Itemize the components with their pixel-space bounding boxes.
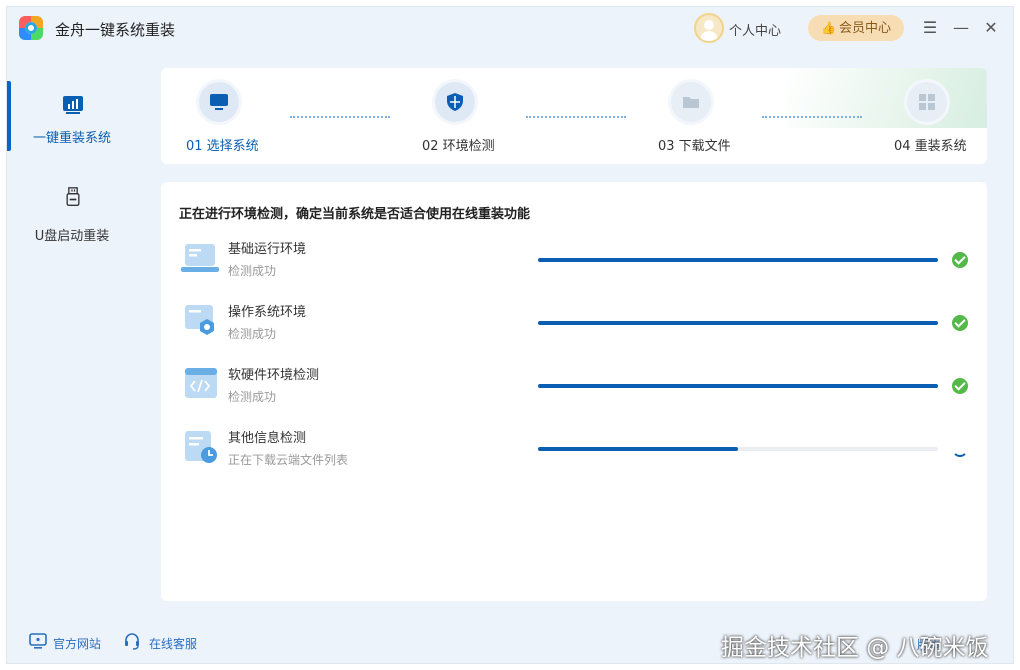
step-label: 01 选择系统 bbox=[186, 139, 259, 154]
check-item-status: 检测成功 bbox=[228, 264, 277, 278]
step-label: 04 重装系统 bbox=[894, 139, 967, 154]
progress-fill bbox=[538, 321, 938, 325]
title-bar: 金舟一键系统重装 个人中心 👍 会员中心 ☰ — ✕ bbox=[7, 7, 1013, 51]
steps-progress: 01 选择系统 02 环境检测 03 下载文件 04 重装系统 bbox=[161, 68, 987, 164]
check-item-title: 其他信息检测 bbox=[228, 431, 307, 446]
check-row-basic-env: 基础运行环境 检测成功 bbox=[161, 234, 987, 284]
progress-fill bbox=[538, 258, 938, 262]
website-monitor-icon[interactable] bbox=[29, 632, 47, 650]
step-circle bbox=[671, 82, 711, 122]
progress-fill bbox=[538, 384, 938, 388]
progress-bar bbox=[538, 258, 938, 262]
check-item-status: 检测成功 bbox=[228, 327, 277, 341]
check-row-hardware-software: 软硬件环境检测 检测成功 bbox=[161, 360, 987, 410]
sidebar: 一键重装系统 U盘启动重装 bbox=[7, 51, 137, 665]
check-heading: 正在进行环境检测，确定当前系统是否适合使用在线重装功能 bbox=[179, 207, 531, 222]
app-logo-icon bbox=[19, 16, 43, 40]
shield-icon bbox=[447, 93, 463, 111]
progress-bar bbox=[538, 384, 938, 388]
laptop-icon bbox=[181, 244, 219, 272]
sidebar-item-usb-reinstall[interactable]: U盘启动重装 bbox=[7, 179, 137, 259]
check-row-other-info: 其他信息检测 正在下载云端文件列表 bbox=[161, 423, 987, 473]
step-connector bbox=[762, 116, 862, 118]
chart-monitor-icon bbox=[63, 96, 83, 114]
code-window-icon bbox=[185, 368, 217, 398]
user-center-link[interactable]: 个人中心 bbox=[729, 20, 781, 39]
step-connector bbox=[290, 116, 390, 118]
step-label: 02 环境检测 bbox=[422, 139, 495, 154]
windows-icon bbox=[919, 94, 935, 110]
check-row-os-env: 操作系统环境 检测成功 bbox=[161, 297, 987, 347]
step-circle bbox=[435, 82, 475, 122]
app-title: 金舟一键系统重装 bbox=[55, 21, 176, 39]
progress-bar bbox=[538, 321, 938, 325]
step-circle bbox=[199, 82, 239, 122]
step-label: 03 下载文件 bbox=[658, 139, 731, 154]
app-window: 金舟一键系统重装 个人中心 👍 会员中心 ☰ — ✕ 一键重装系统 U盘启动重装… bbox=[6, 6, 1014, 664]
vip-center-label: 会员中心 bbox=[838, 21, 891, 36]
watermark-text: 掘金技术社区 @ 八碗米饭 bbox=[721, 635, 989, 661]
success-check-icon bbox=[952, 252, 968, 268]
os-settings-icon bbox=[185, 305, 214, 335]
check-item-title: 操作系统环境 bbox=[228, 305, 307, 320]
sidebar-item-label: 一键重装系统 bbox=[32, 131, 111, 146]
online-service-link[interactable]: 在线客服 bbox=[149, 635, 197, 652]
step-connector bbox=[526, 116, 626, 118]
progress-bar bbox=[538, 447, 938, 451]
progress-fill bbox=[538, 447, 738, 451]
sidebar-item-label: U盘启动重装 bbox=[34, 229, 110, 244]
close-button[interactable]: ✕ bbox=[979, 16, 1003, 40]
step-circle bbox=[907, 82, 947, 122]
check-item-status: 检测成功 bbox=[228, 390, 277, 404]
folder-icon bbox=[683, 97, 699, 108]
usb-drive-icon bbox=[66, 187, 80, 206]
step-reinstall-system: 04 重装系统 bbox=[887, 68, 987, 164]
check-item-status: 正在下载云端文件列表 bbox=[228, 453, 349, 467]
document-clock-icon bbox=[185, 431, 217, 463]
user-avatar[interactable] bbox=[694, 13, 724, 43]
loading-spinner-icon bbox=[952, 441, 968, 457]
vip-center-button[interactable]: 👍 会员中心 bbox=[808, 15, 904, 41]
check-item-title: 软硬件环境检测 bbox=[228, 368, 320, 383]
headset-icon[interactable] bbox=[123, 632, 141, 650]
success-check-icon bbox=[952, 315, 968, 331]
environment-check-panel: 正在进行环境检测，确定当前系统是否适合使用在线重装功能 基础运行环境 检测成功 … bbox=[161, 182, 987, 601]
menu-icon[interactable]: ☰ bbox=[918, 16, 942, 40]
success-check-icon bbox=[952, 378, 968, 394]
check-item-title: 基础运行环境 bbox=[228, 242, 307, 257]
official-website-link[interactable]: 官方网站 bbox=[53, 635, 101, 652]
thumbs-up-icon: 👍 bbox=[821, 21, 836, 35]
sidebar-item-one-click-reinstall[interactable]: 一键重装系统 bbox=[7, 81, 137, 161]
monitor-icon bbox=[210, 94, 228, 110]
minimize-button[interactable]: — bbox=[949, 16, 973, 40]
